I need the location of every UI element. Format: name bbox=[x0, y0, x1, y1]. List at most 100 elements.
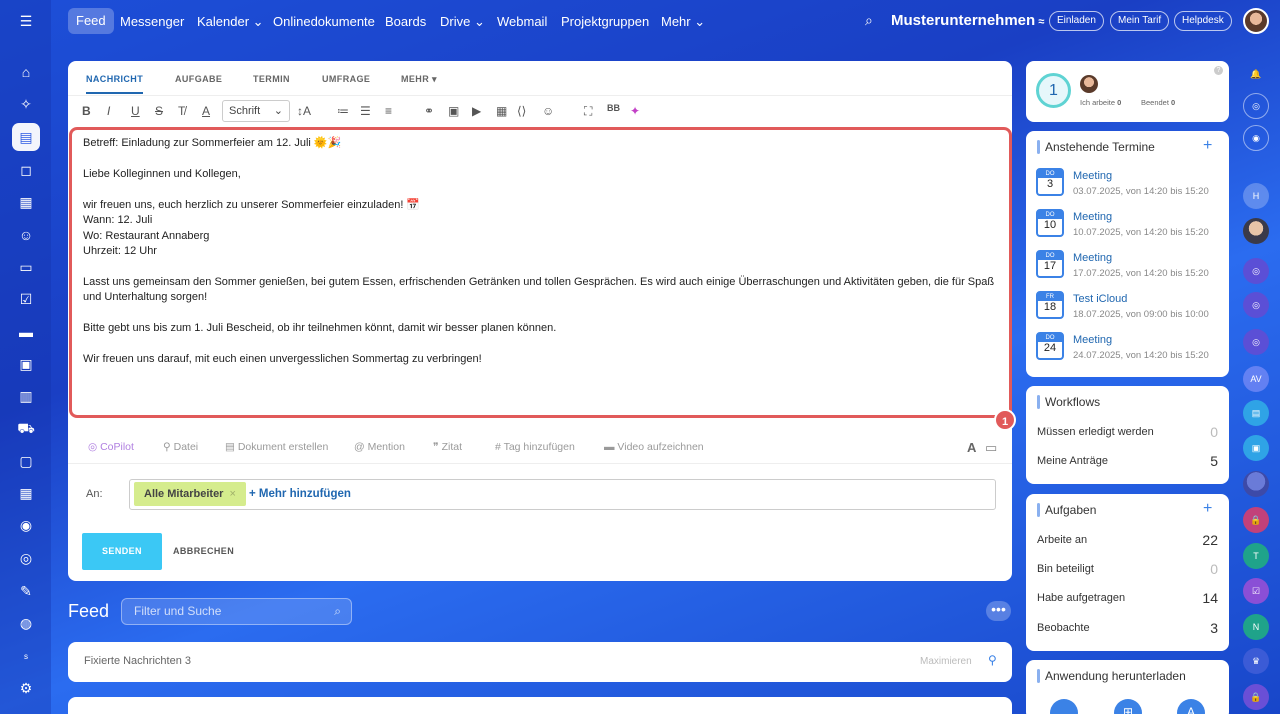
add-more-recipients[interactable]: + Mehr hinzufügen bbox=[249, 488, 351, 500]
recipient-chip[interactable]: Alle Mitarbeiter × bbox=[134, 482, 246, 506]
card-icon[interactable]: ▣ bbox=[1243, 435, 1269, 461]
image-icon[interactable]: ▣ bbox=[448, 104, 459, 118]
home-icon[interactable]: ⌂ bbox=[12, 58, 40, 86]
record-video-action[interactable]: ▬ Video aufzeichnen bbox=[604, 441, 704, 453]
quote-action[interactable]: ❞ Zitat bbox=[433, 441, 462, 453]
nav-projektgruppen[interactable]: Projektgruppen bbox=[561, 14, 649, 29]
invite-button[interactable]: Einladen bbox=[1049, 11, 1104, 31]
workflow-row-label[interactable]: Müssen erledigt werden bbox=[1037, 426, 1154, 438]
link-icon[interactable]: ⚭ bbox=[424, 104, 434, 118]
crm-icon[interactable]: ▣ bbox=[12, 350, 40, 378]
calendar-icon[interactable]: ▦ bbox=[12, 188, 40, 216]
tab-termin[interactable]: TERMIN bbox=[253, 74, 290, 84]
checkbox-icon[interactable]: ☑ bbox=[1243, 578, 1269, 604]
knowledge-icon[interactable]: ◍ bbox=[12, 609, 40, 637]
panel-toggle-icon[interactable]: ▭ bbox=[985, 440, 997, 456]
contact-avatar[interactable] bbox=[1243, 471, 1269, 497]
add-tag-action[interactable]: # Tag hinzufügen bbox=[495, 441, 575, 453]
message-editor[interactable]: Betreff: Einladung zur Sommerfeier am 12… bbox=[69, 127, 1012, 418]
font-select[interactable]: Schrift ⌄ bbox=[222, 100, 290, 122]
sites-icon[interactable]: ▢ bbox=[12, 447, 40, 475]
feed-more-button[interactable]: ••• bbox=[986, 601, 1011, 621]
menu-icon[interactable]: ☰ bbox=[12, 7, 40, 35]
italic-icon[interactable]: I bbox=[107, 104, 110, 118]
task-row-label[interactable]: Habe aufgetragen bbox=[1037, 592, 1125, 604]
nav-kalender[interactable]: Kalender ⌄ bbox=[197, 14, 264, 30]
pin-icon[interactable]: ⚲ bbox=[988, 653, 997, 667]
video-icon[interactable]: ▶ bbox=[472, 104, 481, 118]
copilot-chat-icon[interactable]: ◎ bbox=[1243, 329, 1269, 355]
tab-aufgabe[interactable]: AUFGABE bbox=[175, 74, 222, 84]
helpdesk-button[interactable]: Helpdesk bbox=[1174, 11, 1232, 31]
font-size-icon[interactable]: ↕A bbox=[297, 104, 311, 118]
drive-icon[interactable]: ▬ bbox=[12, 318, 40, 346]
mention-action[interactable]: @ Mention bbox=[354, 441, 405, 453]
text-color-icon[interactable]: A bbox=[202, 104, 210, 118]
goals-icon[interactable]: ◎ bbox=[12, 544, 40, 572]
user-mini-icon[interactable]: s bbox=[12, 642, 40, 670]
add-event-icon[interactable]: + bbox=[1203, 137, 1212, 155]
underline-icon[interactable]: U bbox=[131, 104, 140, 118]
code-icon[interactable]: ⟨⟩ bbox=[517, 104, 526, 118]
file-action[interactable]: ⚲ Datei bbox=[163, 441, 198, 453]
sign-icon[interactable]: ✎ bbox=[12, 577, 40, 605]
status-counter[interactable]: 1 bbox=[1036, 73, 1071, 108]
task-row-label[interactable]: Arbeite an bbox=[1037, 534, 1087, 546]
task-row-label[interactable]: Beobachte bbox=[1037, 622, 1090, 634]
contacts-icon[interactable]: ☺ bbox=[12, 221, 40, 249]
contact-avatar[interactable]: H bbox=[1243, 183, 1269, 209]
tariff-button[interactable]: Mein Tarif bbox=[1110, 11, 1170, 31]
copilot-action[interactable]: ◎ CoPilot bbox=[88, 441, 134, 453]
maximize-link[interactable]: Maximieren bbox=[920, 656, 972, 667]
copilot-chat-icon[interactable]: ◎ bbox=[1243, 93, 1269, 119]
tasks-icon[interactable]: ☑ bbox=[12, 285, 40, 313]
pinned-messages-card[interactable] bbox=[68, 642, 1012, 682]
align-icon[interactable]: ≡ bbox=[385, 104, 392, 118]
company-name[interactable]: Musterunternehmen ≈ bbox=[891, 12, 1044, 29]
nav-boards[interactable]: Boards bbox=[385, 14, 426, 29]
copilot-chat-icon[interactable]: ◎ bbox=[1243, 258, 1269, 284]
feed-nav-icon[interactable]: ▤ bbox=[12, 123, 40, 151]
bullet-list-icon[interactable]: ☰ bbox=[360, 104, 371, 118]
analytics-icon[interactable]: ▥ bbox=[12, 382, 40, 410]
feed-filter-input[interactable]: Filter und Suche ⌕ bbox=[121, 598, 352, 625]
tab-nachricht[interactable]: NACHRICHT bbox=[86, 74, 143, 84]
user-avatar[interactable] bbox=[1243, 8, 1269, 34]
event-title[interactable]: Test iCloud bbox=[1073, 293, 1127, 305]
clear-format-icon[interactable]: T̸ bbox=[178, 104, 185, 118]
contact-avatar[interactable]: N bbox=[1243, 614, 1269, 640]
robot-icon[interactable]: ◉ bbox=[12, 511, 40, 539]
help-icon[interactable]: ? bbox=[1214, 66, 1223, 75]
nav-feed[interactable]: Feed bbox=[68, 8, 114, 34]
nav-mehr[interactable]: Mehr ⌄ bbox=[661, 14, 705, 30]
bold-icon[interactable]: B bbox=[82, 104, 91, 118]
task-row-label[interactable]: Bin beteiligt bbox=[1037, 563, 1094, 575]
settings-icon[interactable]: ⚙ bbox=[12, 674, 40, 702]
add-task-icon[interactable]: + bbox=[1203, 500, 1212, 518]
message-icon[interactable]: ▤ bbox=[1243, 400, 1269, 426]
table-icon[interactable]: ▦ bbox=[496, 104, 507, 118]
remove-icon[interactable]: × bbox=[229, 488, 235, 500]
fullscreen-icon[interactable]: ⛶ bbox=[584, 104, 592, 119]
nav-webmail[interactable]: Webmail bbox=[497, 14, 547, 29]
text-format-icon[interactable]: A bbox=[967, 440, 976, 455]
workflow-row-label[interactable]: Meine Anträge bbox=[1037, 455, 1108, 467]
contact-avatar[interactable]: AV bbox=[1243, 366, 1269, 392]
shop-icon[interactable]: ⛟ bbox=[12, 415, 40, 443]
copilot-icon[interactable]: ✧ bbox=[12, 90, 40, 118]
send-button[interactable]: SENDEN bbox=[82, 533, 162, 570]
event-title[interactable]: Meeting bbox=[1073, 334, 1112, 346]
cancel-button[interactable]: ABBRECHEN bbox=[173, 546, 234, 556]
search-icon[interactable]: ⌕ bbox=[865, 12, 873, 29]
event-title[interactable]: Meeting bbox=[1073, 170, 1112, 182]
booking-icon[interactable]: ▦ bbox=[12, 479, 40, 507]
lock-icon[interactable]: 🔒 bbox=[1243, 507, 1269, 533]
tab-umfrage[interactable]: UMFRAGE bbox=[322, 74, 370, 84]
emoji-icon[interactable]: ☺ bbox=[542, 104, 554, 118]
nav-onlinedokumente[interactable]: Onlinedokumente bbox=[273, 14, 375, 29]
contact-avatar[interactable]: T bbox=[1243, 543, 1269, 569]
create-document-action[interactable]: ▤ Dokument erstellen bbox=[225, 441, 328, 453]
event-title[interactable]: Meeting bbox=[1073, 252, 1112, 264]
copilot-chat-icon[interactable]: ◎ bbox=[1243, 292, 1269, 318]
chat-icon[interactable]: ◻ bbox=[12, 156, 40, 184]
